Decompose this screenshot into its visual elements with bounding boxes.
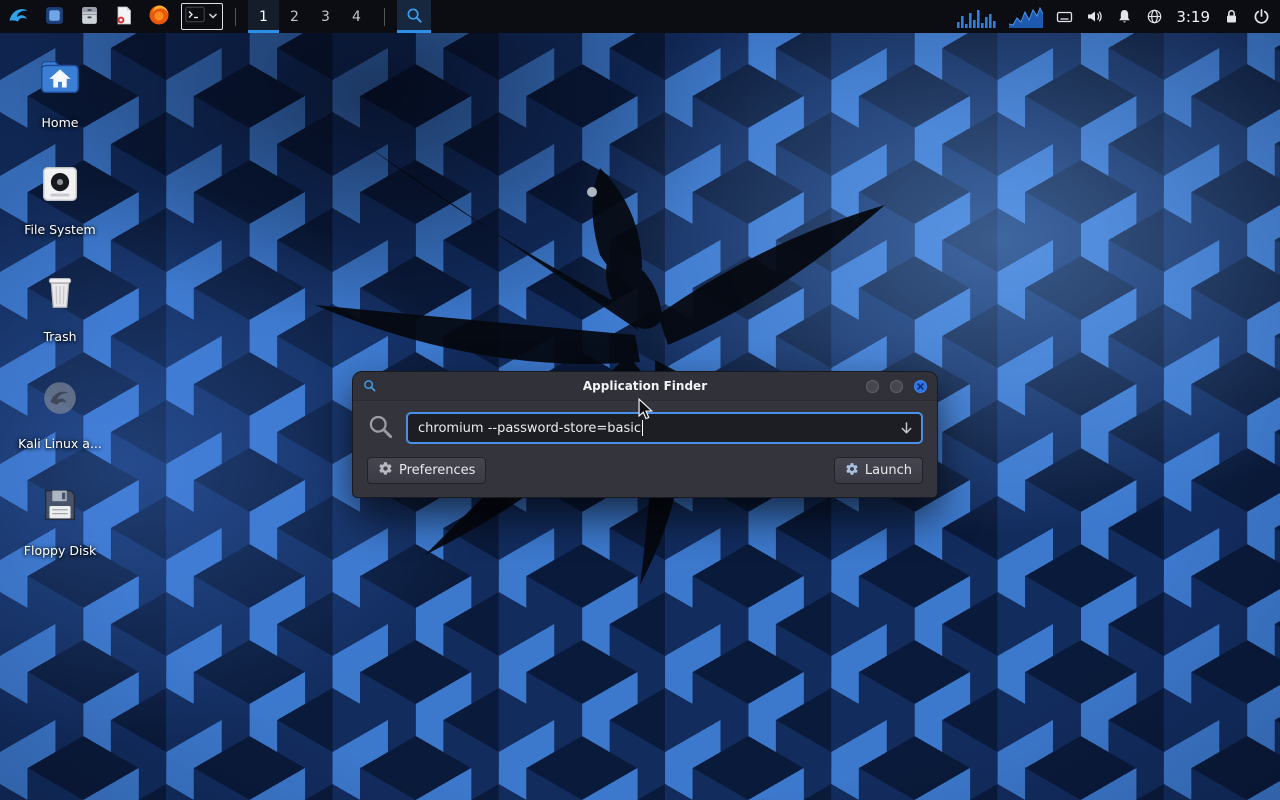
desktop-icon-kali-docs[interactable]: Kali Linux a... — [8, 375, 112, 451]
desktop-icon-trash[interactable]: Trash — [8, 268, 112, 344]
panel-right-group: 3:19 — [956, 0, 1274, 33]
lock-icon[interactable] — [1223, 0, 1240, 33]
close-icon — [917, 383, 924, 390]
desktop-icon-floppy[interactable]: Floppy Disk — [8, 482, 112, 558]
window-controls — [866, 380, 927, 393]
window-title: Application Finder — [353, 379, 937, 393]
network-globe-icon[interactable] — [1146, 0, 1163, 33]
finder-body: chromium --password-store=basic Preferen… — [353, 401, 937, 497]
workspace-button-1[interactable]: 1 — [248, 0, 279, 33]
workspace-button-2[interactable]: 2 — [279, 0, 310, 33]
desktop-icon-label: Floppy Disk — [24, 543, 96, 558]
file-cabinet-icon — [79, 5, 100, 29]
notifications-bell-icon[interactable] — [1116, 0, 1133, 33]
terminal-icon — [185, 6, 205, 27]
taskbar-application-finder[interactable] — [397, 0, 431, 33]
trash-can-icon — [37, 268, 83, 318]
desktop-icon-label: Trash — [43, 329, 76, 344]
volume-icon[interactable] — [1086, 0, 1103, 33]
panel-separator — [384, 8, 385, 26]
text-caret — [642, 420, 643, 436]
panel-clock[interactable]: 3:19 — [1176, 8, 1210, 26]
launch-label: Launch — [865, 463, 912, 478]
preferences-gear-icon — [378, 461, 393, 480]
file-system-drive-icon — [37, 161, 83, 211]
kali-circle-icon — [37, 375, 83, 425]
file-manager-launcher[interactable] — [41, 0, 67, 33]
desktop-icon-label: File System — [24, 222, 96, 237]
home-folder-icon — [37, 54, 83, 104]
launch-button[interactable]: Launch — [834, 457, 923, 484]
desktop-icon-column: Home File System Trash Kali Linux a... F — [8, 54, 112, 589]
preferences-button[interactable]: Preferences — [367, 457, 486, 484]
desktop: 1 2 3 4 — [0, 0, 1280, 800]
preferences-label: Preferences — [399, 463, 475, 478]
system-monitor-graph[interactable] — [956, 0, 996, 33]
panel-separator — [235, 8, 236, 26]
maximize-button[interactable] — [890, 380, 903, 393]
search-input[interactable]: chromium --password-store=basic — [406, 412, 923, 444]
search-icon — [406, 7, 423, 27]
power-icon[interactable] — [1253, 0, 1270, 33]
close-button[interactable] — [914, 380, 927, 393]
kali-menu-button[interactable] — [6, 0, 32, 33]
window-icon — [44, 5, 65, 29]
terminal-launcher-group[interactable] — [181, 3, 223, 30]
chevron-down-icon — [207, 7, 219, 26]
document-seal-icon — [114, 5, 134, 29]
application-finder-window: Application Finder chromium --password-s… — [352, 371, 938, 498]
desktop-icon-file-system[interactable]: File System — [8, 161, 112, 237]
desktop-icon-label: Kali Linux a... — [18, 436, 102, 451]
top-panel: 1 2 3 4 — [0, 0, 1280, 33]
desktop-icon-home[interactable]: Home — [8, 54, 112, 130]
panel-left-group: 1 2 3 4 — [6, 0, 431, 33]
desktop-icon-label: Home — [42, 115, 79, 130]
network-monitor-graph[interactable] — [1009, 0, 1043, 33]
window-search-icon — [363, 377, 376, 396]
floppy-disk-icon — [37, 482, 83, 532]
search-icon — [367, 413, 394, 444]
firefox-icon — [148, 4, 170, 29]
minimize-button[interactable] — [866, 380, 879, 393]
files-launcher[interactable] — [76, 0, 102, 33]
history-dropdown-arrow-icon[interactable] — [892, 421, 914, 436]
workspace-button-3[interactable]: 3 — [310, 0, 341, 33]
search-input-value: chromium --password-store=basic — [418, 421, 641, 436]
workspace-button-4[interactable]: 4 — [341, 0, 372, 33]
launch-gear-icon — [845, 462, 859, 480]
text-editor-launcher[interactable] — [111, 0, 137, 33]
workspace-switcher: 1 2 3 4 — [248, 0, 372, 33]
finder-titlebar[interactable]: Application Finder — [353, 372, 937, 401]
keyboard-indicator-icon[interactable] — [1056, 0, 1073, 33]
firefox-launcher[interactable] — [146, 0, 172, 33]
kali-logo-icon — [7, 3, 32, 31]
